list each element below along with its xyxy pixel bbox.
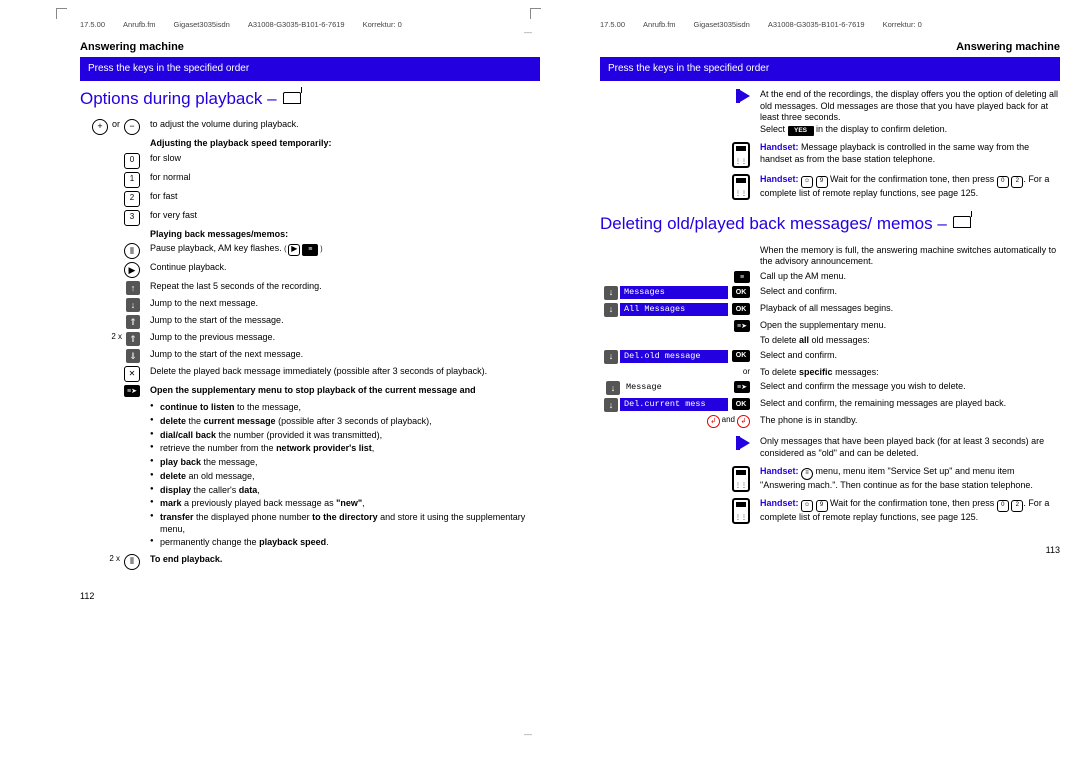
ok-icon: OK bbox=[732, 350, 750, 362]
hdr-korr: Korrektur: 0 bbox=[363, 20, 402, 29]
down-arrow-icon: ↓ bbox=[604, 350, 618, 364]
page-left: 17.5.00 Anrufb.fm Gigaset3035isdn A31008… bbox=[80, 20, 540, 573]
menu-item: All Messages bbox=[620, 303, 728, 316]
menu-icon: ≡ bbox=[734, 271, 750, 283]
handset-icon bbox=[732, 466, 750, 492]
down-arrow-icon: ↓ bbox=[604, 303, 618, 317]
stop-icon: ⦀ bbox=[124, 554, 140, 570]
hdr-date: 17.5.00 bbox=[80, 20, 105, 29]
hdr-doc: A31008-G3035-B101-6-7619 bbox=[248, 20, 345, 29]
hangup-icon: ↲ bbox=[737, 415, 750, 428]
menu-item: Messages bbox=[620, 286, 728, 299]
down-arrow-icon: ↓ bbox=[606, 381, 620, 395]
down-arrow-icon: ⇓ bbox=[126, 349, 140, 363]
menu-item: Del.current mess bbox=[620, 398, 728, 411]
menu-item: Del.old message bbox=[620, 350, 728, 363]
menu-item: Message bbox=[622, 381, 730, 394]
menu-icon: ≡➤ bbox=[124, 385, 140, 397]
pause-icon: ⦀ bbox=[124, 243, 140, 259]
key-3-icon: 3 bbox=[124, 210, 140, 226]
hangup-icon: ↲ bbox=[707, 415, 720, 428]
section-title: Answering machine bbox=[80, 41, 540, 53]
handset-icon bbox=[732, 174, 750, 200]
up-arrow-icon: ⇑ bbox=[126, 332, 140, 346]
note-icon bbox=[736, 89, 750, 103]
play-icon: ▶ bbox=[124, 262, 140, 278]
delete-icon: ✕ bbox=[124, 366, 140, 382]
doc-header: 17.5.00 Anrufb.fm Gigaset3035isdn A31008… bbox=[600, 20, 1060, 29]
ok-icon: OK bbox=[732, 286, 750, 298]
key-0-icon: 0 bbox=[124, 153, 140, 169]
key-2-icon: 2 bbox=[124, 191, 140, 207]
doc-header: 17.5.00 Anrufb.fm Gigaset3035isdn A31008… bbox=[80, 20, 540, 29]
up-arrow-icon: ⇑ bbox=[126, 315, 140, 329]
base-icon bbox=[283, 92, 301, 107]
yes-button-icon: YES bbox=[788, 126, 814, 136]
down-arrow-icon: ↓ bbox=[126, 298, 140, 312]
desc: to adjust the volume during playback. bbox=[148, 119, 540, 131]
crop-mark bbox=[56, 8, 67, 19]
heading-delete: Deleting old/played back messages/ memos… bbox=[600, 214, 1060, 234]
handset-icon bbox=[732, 142, 750, 168]
subhead: Playing back messages/memos: bbox=[148, 229, 540, 241]
page-number: 113 bbox=[1046, 545, 1060, 555]
handset-icon bbox=[732, 498, 750, 524]
hdr-file: Anrufb.fm bbox=[123, 20, 156, 29]
down-arrow-icon: ↓ bbox=[604, 398, 618, 412]
section-title: Answering machine bbox=[600, 41, 1060, 53]
page-number: 112 bbox=[80, 591, 94, 601]
ok-icon: OK bbox=[732, 303, 750, 315]
plus-icon: + bbox=[92, 119, 108, 135]
menu-icon: ≡➤ bbox=[734, 381, 750, 393]
center-mark: — bbox=[524, 730, 532, 739]
action-list: continue to listen to the message, delet… bbox=[150, 402, 540, 549]
instruction-bar: Press the keys in the specified order bbox=[80, 57, 540, 81]
note-icon bbox=[736, 436, 750, 450]
hdr-model: Gigaset3035isdn bbox=[174, 20, 230, 29]
up-arrow-icon: ↑ bbox=[126, 281, 140, 295]
ok-icon: OK bbox=[732, 398, 750, 410]
minus-icon: − bbox=[124, 119, 140, 135]
menu-icon: ≡➤ bbox=[734, 320, 750, 332]
base-icon bbox=[953, 216, 971, 232]
instruction-bar: Press the keys in the specified order bbox=[600, 57, 1060, 81]
subhead: Adjusting the playback speed temporarily… bbox=[148, 138, 540, 150]
crop-mark bbox=[530, 8, 541, 19]
page-right: 17.5.00 Anrufb.fm Gigaset3035isdn A31008… bbox=[600, 20, 1060, 527]
key-1-icon: 1 bbox=[124, 172, 140, 188]
heading-options: Options during playback – bbox=[80, 89, 540, 109]
down-arrow-icon: ↓ bbox=[604, 286, 618, 300]
